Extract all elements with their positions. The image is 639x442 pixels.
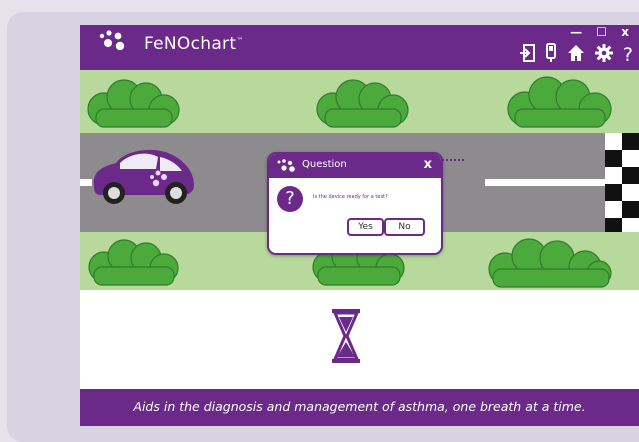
app-window: FeNOchart™ — ☐ x ? Question x ? Is the d… — [80, 25, 639, 426]
dialog-logo-icon — [277, 159, 295, 172]
toolbar: ? — [514, 43, 633, 67]
dialog-title: Question — [302, 159, 347, 170]
maximize-button[interactable]: ☐ — [596, 25, 607, 39]
bush-icon — [507, 76, 612, 128]
bush-icon — [88, 239, 179, 286]
dialog-header: Question x — [269, 154, 441, 178]
fenochart-logo-icon — [99, 30, 125, 51]
footer-tagline: Aids in the diagnosis and management of … — [133, 399, 586, 414]
title-bar: FeNOchart™ — ☐ x ? — [80, 25, 639, 70]
footer-bar: Aids in the diagnosis and management of … — [80, 389, 639, 426]
dialog-message: Is the device ready for a test? — [313, 194, 388, 200]
minimize-button[interactable]: — — [570, 25, 582, 39]
app-title: FeNOchart™ — [144, 34, 244, 54]
question-icon: ? — [277, 186, 303, 212]
dialog-close-button[interactable]: x — [424, 157, 432, 172]
device-icon[interactable] — [545, 43, 557, 67]
lane-marking — [485, 179, 605, 186]
bush-icon — [488, 238, 612, 288]
bush-icon — [87, 79, 180, 128]
gear-icon[interactable] — [594, 44, 613, 66]
yes-button[interactable]: Yes — [347, 218, 384, 236]
finish-flag — [605, 133, 639, 232]
bush-icon — [316, 79, 409, 128]
close-window-button[interactable]: x — [621, 25, 629, 39]
login-icon[interactable] — [519, 44, 535, 66]
hourglass-icon — [332, 309, 360, 363]
home-icon[interactable] — [567, 44, 585, 66]
help-icon[interactable]: ? — [623, 44, 633, 66]
window-controls: — ☐ x — [560, 25, 629, 39]
question-dialog: Question x ? Is the device ready for a t… — [267, 152, 443, 255]
car-icon — [93, 149, 194, 204]
no-button[interactable]: No — [384, 218, 425, 236]
